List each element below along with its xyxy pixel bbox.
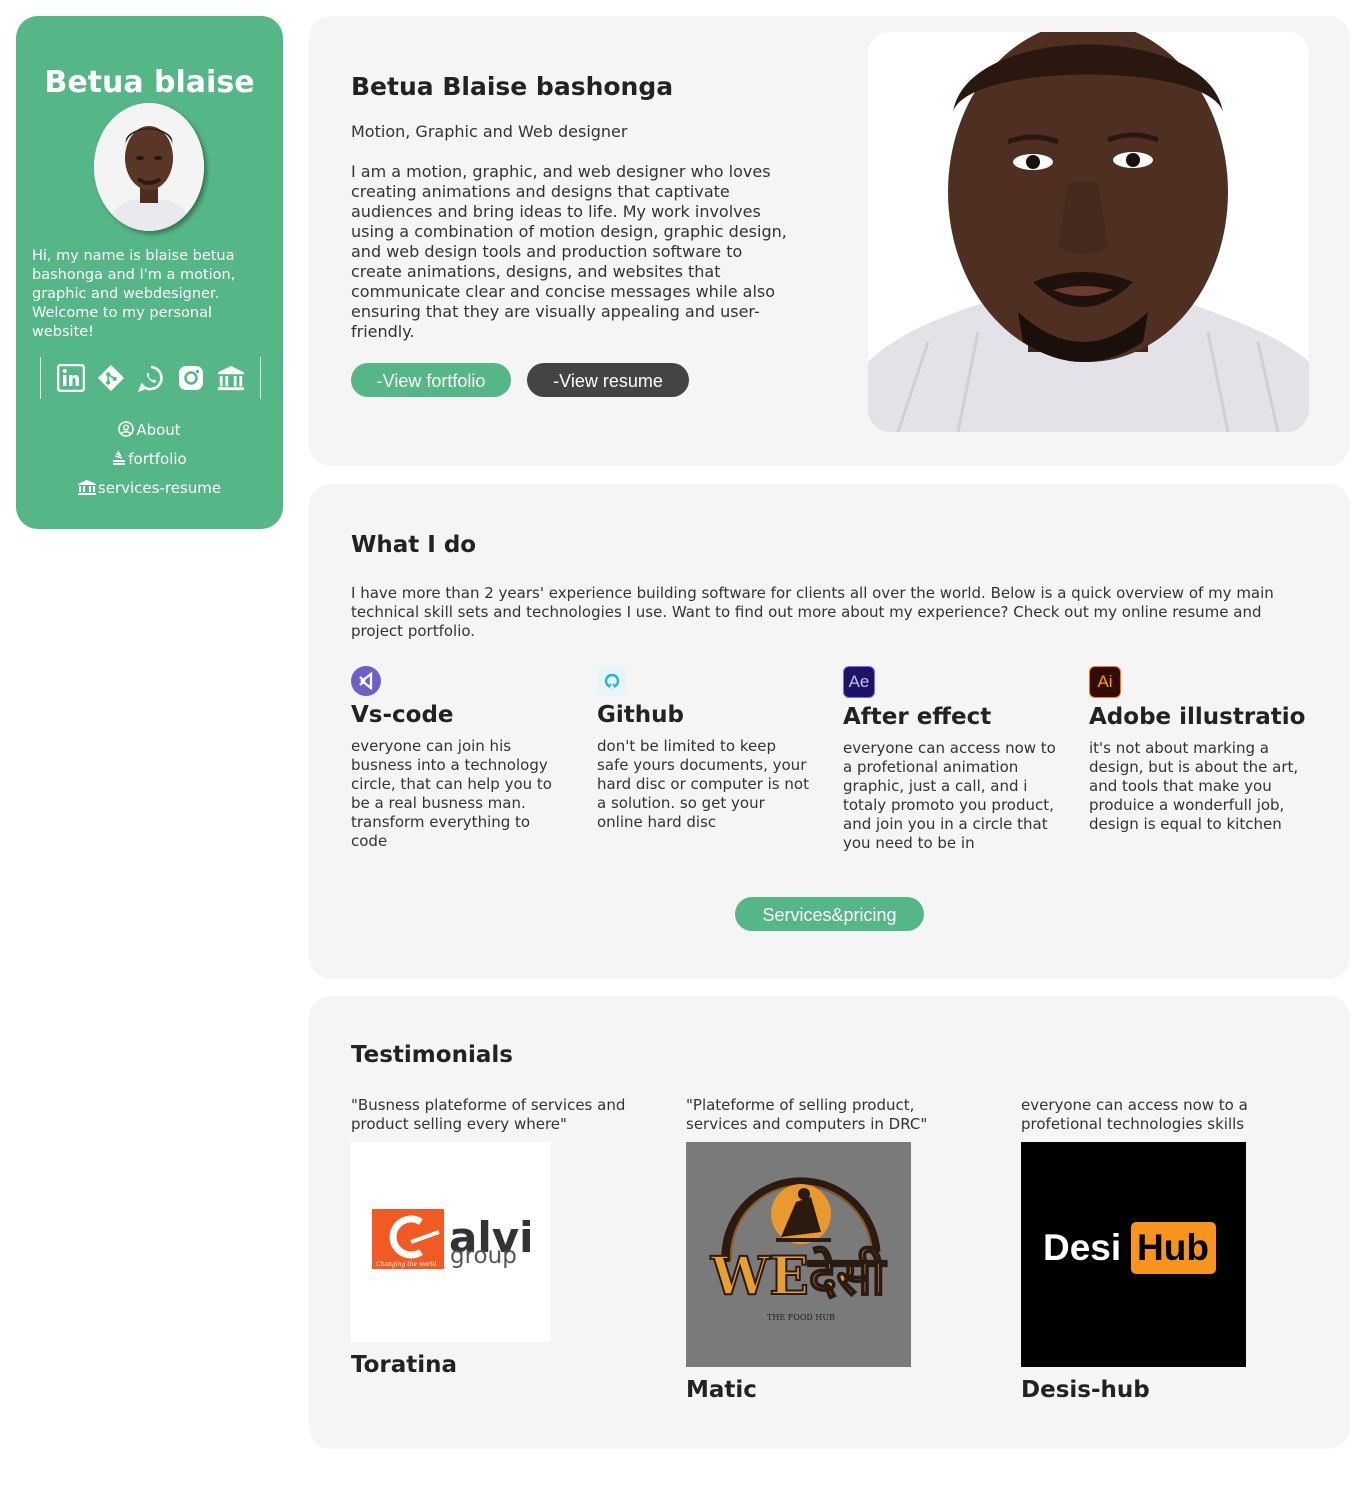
hero-bio: I am a motion, graphic, and web designer…	[351, 162, 787, 341]
sidebar-nav: About fortfolio services-resume	[16, 416, 283, 503]
testimonials-section: Testimonials "Busness plateforme of serv…	[309, 996, 1350, 1449]
skill-desc: everyone can access now to a profetional…	[843, 739, 1056, 852]
skill-name: Adobe illustratio	[1089, 704, 1306, 730]
client-name: Matic	[686, 1377, 757, 1403]
logo-text-desi: Desi	[1043, 1227, 1121, 1268]
hero-subtitle: Motion, Graphic and Web designer	[351, 122, 628, 141]
illustrator-icon: Ai	[1089, 666, 1121, 698]
skill-card: Ai Adobe illustratio it's not about mark…	[1089, 666, 1306, 834]
github-icon	[597, 666, 627, 696]
stack-icon	[113, 450, 126, 465]
client-logo: WEदेसी THE FOOD HUB	[686, 1142, 911, 1367]
sidebar: Betua blaise Hi, my name is blaise betua…	[16, 16, 283, 529]
logo-tagline: Changing the world	[376, 1261, 437, 1268]
logo-text-wedesi: WEदेसी	[710, 1246, 888, 1307]
view-resume-button[interactable]: -View resume	[527, 363, 689, 397]
skill-name: Github	[597, 702, 684, 728]
view-portfolio-button[interactable]: -View fortfolio	[351, 363, 511, 397]
vscode-icon	[351, 666, 381, 696]
linkedin-icon[interactable]	[56, 364, 85, 392]
services-pricing-button[interactable]: Services&pricing	[735, 897, 924, 931]
nav-about[interactable]: About	[16, 416, 283, 445]
what-i-do-intro: I have more than 2 years' experience bui…	[351, 584, 1274, 640]
section-title-what-i-do: What I do	[351, 532, 477, 558]
sidebar-intro: Hi, my name is blaise betua bashonga and…	[32, 248, 236, 340]
section-title-testimonials: Testimonials	[351, 1042, 513, 1068]
ae-badge-label: Ae	[848, 672, 870, 691]
skill-card: Vs-code everyone can join his busness in…	[351, 666, 566, 851]
skill-card: Github don't be limited to keep safe you…	[597, 666, 812, 832]
bank-icon	[77, 480, 96, 495]
whatsapp-icon[interactable]	[137, 364, 165, 392]
sidebar-name: Betua blaise	[44, 65, 255, 100]
nav-fortfolio[interactable]: fortfolio	[16, 445, 283, 474]
after-effects-icon: Ae	[843, 666, 875, 698]
nav-services-resume[interactable]: services-resume	[16, 474, 283, 503]
logo-tagline: THE FOOD HUB	[767, 1313, 835, 1322]
nav-services-resume-label: services-resume	[97, 479, 222, 497]
logo-text-hub: Hub	[1137, 1227, 1209, 1268]
page-title: Betua Blaise bashonga	[351, 72, 674, 101]
ai-badge-label: Ai	[1097, 672, 1113, 691]
client-name: Desis-hub	[1021, 1377, 1150, 1403]
testimonial-card: "Plateforme of selling product, services…	[686, 1096, 961, 1403]
logo-text-group: group	[450, 1243, 517, 1269]
testimonial-quote: "Busness plateforme of services and prod…	[351, 1096, 626, 1133]
skill-name: Vs-code	[351, 702, 454, 728]
nav-fortfolio-label: fortfolio	[128, 450, 187, 468]
testimonial-quote: everyone can access now to a profetional…	[1021, 1096, 1248, 1133]
social-links	[40, 357, 261, 399]
testimonial-quote: "Plateforme of selling product, services…	[686, 1096, 928, 1133]
skill-desc: it's not about marking a design, but is …	[1089, 739, 1299, 833]
testimonial-card: "Busness plateforme of services and prod…	[351, 1096, 626, 1378]
testimonial-card: everyone can access now to a profetional…	[1021, 1096, 1296, 1403]
user-circle-icon	[118, 421, 135, 437]
client-logo: Desi Hub	[1021, 1142, 1246, 1367]
profile-photo	[868, 32, 1309, 432]
hero-card: Betua Blaise bashonga Motion, Graphic an…	[309, 16, 1350, 466]
skill-desc: don't be limited to keep safe yours docu…	[597, 737, 809, 831]
nav-about-label: About	[136, 421, 181, 439]
bank-icon[interactable]	[217, 364, 245, 392]
client-name: Toratina	[351, 1352, 458, 1378]
client-logo: alvi group Changing the world	[351, 1142, 551, 1342]
what-i-do-section: What I do I have more than 2 years' expe…	[309, 484, 1350, 979]
git-icon[interactable]	[97, 364, 125, 392]
skill-desc: everyone can join his busness into a tec…	[351, 737, 552, 850]
avatar	[94, 103, 204, 231]
skill-card: Ae After effect everyone can access now …	[843, 666, 1058, 853]
skill-name: After effect	[843, 704, 992, 730]
instagram-icon[interactable]	[177, 364, 205, 392]
